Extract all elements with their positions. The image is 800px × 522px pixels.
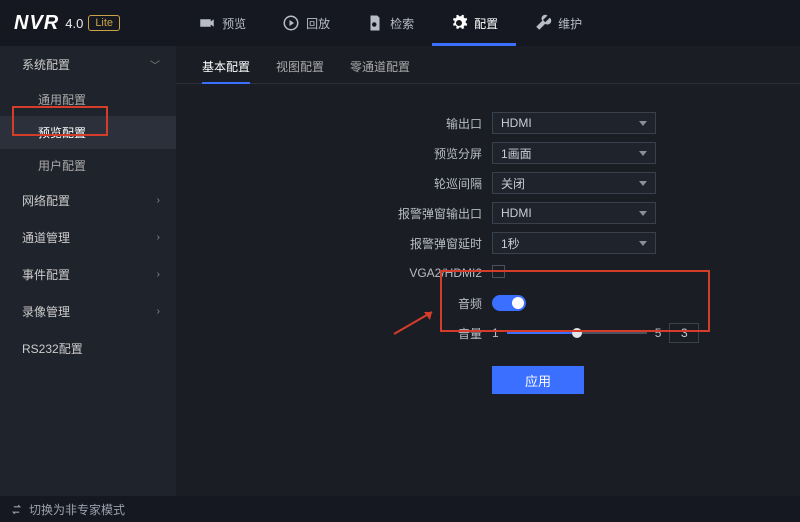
select-output-port[interactable]: HDMI (492, 112, 656, 134)
select-value: 关闭 (501, 175, 525, 192)
slider-fill (507, 332, 577, 334)
label-vga2-hdmi2: VGA2/HDMI2 (176, 266, 482, 280)
sidebar-head-system[interactable]: 系统配置 ﹀ (0, 46, 176, 83)
config-tabs: 基本配置 视图配置 零通道配置 (176, 46, 800, 84)
label-preview-split: 预览分屏 (176, 145, 482, 162)
tab-view[interactable]: 视图配置 (276, 58, 324, 83)
chevron-right-icon: › (157, 232, 160, 243)
label-patrol-interval: 轮巡间隔 (176, 175, 482, 192)
sidebar-item-label: 通道管理 (22, 229, 70, 246)
content-area: 基本配置 视图配置 零通道配置 输出口 HDMI 预览分屏 1画面 轮巡间隔 关… (176, 46, 800, 496)
chevron-right-icon: › (157, 195, 160, 206)
select-value: HDMI (501, 206, 532, 220)
label-volume: 音量 (176, 325, 482, 342)
select-value: 1画面 (501, 145, 532, 162)
volume-input[interactable] (669, 323, 699, 343)
nav-playback[interactable]: 回放 (264, 0, 348, 46)
select-value: HDMI (501, 116, 532, 130)
nav-config[interactable]: 配置 (432, 0, 516, 46)
footer: 切换为非专家模式 (0, 496, 800, 522)
lite-badge: Lite (88, 15, 120, 31)
volume-min: 1 (492, 326, 499, 340)
label-alarm-output: 报警弹窗输出口 (176, 205, 482, 222)
label-alarm-delay: 报警弹窗延时 (176, 235, 482, 252)
sidebar-item-record[interactable]: 录像管理 › (0, 293, 176, 330)
chevron-down-icon: ﹀ (150, 57, 160, 72)
app-version: 4.0 (65, 16, 83, 31)
sidebar-item-label: RS232配置 (22, 340, 83, 357)
volume-slider[interactable] (507, 332, 647, 334)
tab-basic[interactable]: 基本配置 (202, 58, 250, 83)
playback-icon (282, 14, 300, 32)
sidebar-item-channel[interactable]: 通道管理 › (0, 219, 176, 256)
nav-label: 预览 (222, 15, 246, 32)
camera-icon (198, 14, 216, 32)
main-area: 系统配置 ﹀ 通用配置 预览配置 用户配置 网络配置› 通道管理› 事件配置› … (0, 46, 800, 496)
chevron-right-icon: › (157, 306, 160, 317)
slider-thumb[interactable] (572, 328, 582, 338)
nav-label: 配置 (474, 15, 498, 32)
sidebar-item-preview[interactable]: 预览配置 (0, 116, 176, 149)
select-preview-split[interactable]: 1画面 (492, 142, 656, 164)
tab-label: 视图配置 (276, 60, 324, 74)
sidebar-item-label: 预览配置 (38, 126, 86, 140)
sidebar-group-system: 系统配置 ﹀ 通用配置 预览配置 用户配置 (0, 46, 176, 182)
select-alarm-output[interactable]: HDMI (492, 202, 656, 224)
search-file-icon (366, 14, 384, 32)
tab-zero-channel[interactable]: 零通道配置 (350, 58, 410, 83)
settings-form: 输出口 HDMI 预览分屏 1画面 轮巡间隔 关闭 报警弹窗输出口 HDMI 报… (176, 84, 800, 394)
nav-search[interactable]: 检索 (348, 0, 432, 46)
sidebar-item-network[interactable]: 网络配置 › (0, 182, 176, 219)
nav-label: 检索 (390, 15, 414, 32)
chevron-right-icon: › (157, 269, 160, 280)
select-value: 1秒 (501, 235, 520, 252)
app-logo: NVR (14, 12, 59, 35)
footer-toggle[interactable]: 切换为非专家模式 (29, 501, 125, 518)
select-patrol-interval[interactable]: 关闭 (492, 172, 656, 194)
nav-maintain[interactable]: 维护 (516, 0, 600, 46)
checkbox-vga2-hdmi2[interactable] (492, 265, 505, 278)
switch-icon (10, 503, 23, 516)
sidebar-item-rs232[interactable]: RS232配置 (0, 330, 176, 367)
nav-label: 维护 (558, 15, 582, 32)
label-audio: 音频 (176, 295, 482, 312)
sidebar-label: 系统配置 (22, 56, 70, 73)
sidebar-item-label: 通用配置 (38, 93, 86, 107)
toggle-audio[interactable] (492, 295, 526, 311)
volume-max: 5 (655, 326, 662, 340)
sidebar-item-label: 网络配置 (22, 192, 70, 209)
sidebar-item-label: 录像管理 (22, 303, 70, 320)
select-alarm-delay[interactable]: 1秒 (492, 232, 656, 254)
nav-preview[interactable]: 预览 (180, 0, 264, 46)
top-nav: 预览 回放 检索 配置 维护 (180, 0, 600, 46)
sidebar-item-general[interactable]: 通用配置 (0, 83, 176, 116)
sidebar-item-label: 用户配置 (38, 159, 86, 173)
sidebar: 系统配置 ﹀ 通用配置 预览配置 用户配置 网络配置› 通道管理› 事件配置› … (0, 46, 176, 496)
tab-label: 基本配置 (202, 60, 250, 74)
wrench-icon (534, 14, 552, 32)
sidebar-item-event[interactable]: 事件配置 › (0, 256, 176, 293)
gear-icon (450, 14, 468, 32)
sidebar-item-user[interactable]: 用户配置 (0, 149, 176, 182)
app-header: NVR 4.0 Lite 预览 回放 检索 配置 维护 (0, 0, 800, 46)
label-output-port: 输出口 (176, 115, 482, 132)
apply-button[interactable]: 应用 (492, 366, 584, 394)
sidebar-item-label: 事件配置 (22, 266, 70, 283)
tab-label: 零通道配置 (350, 60, 410, 74)
nav-label: 回放 (306, 15, 330, 32)
